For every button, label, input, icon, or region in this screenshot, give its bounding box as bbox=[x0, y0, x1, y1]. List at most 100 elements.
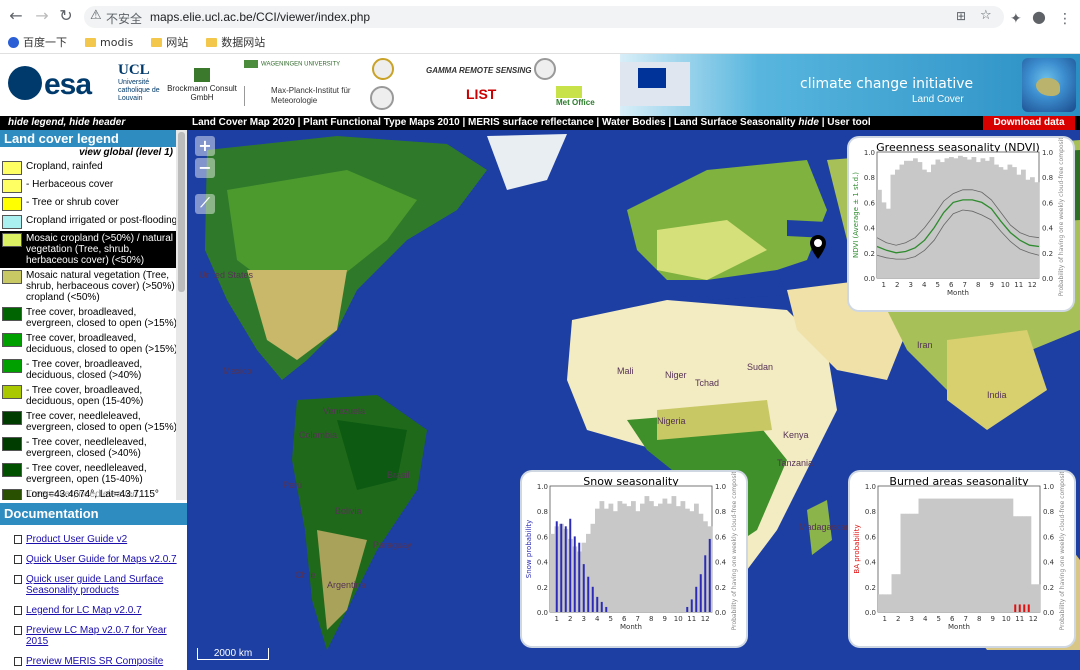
measure-tool-icon[interactable]: ⟋ bbox=[195, 194, 215, 214]
x-tick-label: 1 bbox=[555, 615, 559, 623]
translate-icon[interactable]: ⊞ bbox=[956, 9, 966, 23]
map-country-label: Brasil bbox=[387, 470, 410, 480]
legend-item[interactable]: - Tree cover, needleleaved, evergreen, o… bbox=[0, 461, 187, 487]
x-tick-label: 8 bbox=[976, 281, 980, 289]
x-tick-label: 1 bbox=[883, 615, 887, 623]
value-bar bbox=[555, 521, 558, 612]
forward-icon[interactable]: → bbox=[32, 5, 52, 27]
address-bar[interactable]: ⚠ 不安全 maps.elie.ucl.ac.be/CCI/viewer/ind… bbox=[84, 6, 1004, 28]
doc-link[interactable]: Quick user guide Land Surface Seasonalit… bbox=[0, 574, 187, 596]
y2-tick-label: 0.0 bbox=[1042, 275, 1053, 283]
y-tick-label: 0.6 bbox=[865, 533, 877, 541]
availability-bar bbox=[994, 164, 999, 278]
security-label: 不安全 bbox=[106, 12, 143, 26]
x-tick-label: 5 bbox=[609, 615, 613, 623]
legend-swatch bbox=[2, 179, 22, 193]
map-country-label: Perú bbox=[283, 480, 303, 490]
cci-title: climate change initiative bbox=[800, 76, 974, 92]
map-country-label: Tanzania bbox=[777, 458, 814, 468]
value-bar bbox=[564, 526, 567, 612]
x-tick-label: 10 bbox=[1001, 281, 1010, 289]
x-axis-label: Month bbox=[947, 289, 969, 297]
legend-item-label: Cropland, rainfed bbox=[26, 161, 103, 172]
menu-bar: hide legend, hide header Land Cover Map … bbox=[0, 116, 1080, 130]
user-tool-link[interactable]: | User tool bbox=[822, 117, 871, 128]
legend-item[interactable]: Tree cover, broadleaved, deciduous, clos… bbox=[0, 331, 187, 357]
legend-item[interactable]: - Tree cover, broadleaved, deciduous, op… bbox=[0, 383, 187, 409]
legend-item[interactable]: Cropland irrigated or post-flooding bbox=[0, 213, 187, 231]
availability-bar bbox=[962, 157, 968, 278]
x-tick-label: 3 bbox=[909, 281, 913, 289]
extensions-icon[interactable]: ✦ bbox=[1010, 11, 1022, 27]
value-bar bbox=[605, 606, 608, 612]
legend-item[interactable]: Mosaic natural vegetation (Tree, shrub, … bbox=[0, 268, 187, 305]
star-icon[interactable]: ☆ bbox=[980, 8, 992, 23]
baidu-icon bbox=[8, 36, 19, 48]
availability-bar bbox=[1008, 498, 1014, 612]
scrollbar-thumb[interactable] bbox=[178, 132, 185, 292]
legend-item[interactable]: - Tree cover, broadleaved, deciduous, cl… bbox=[0, 357, 187, 383]
doc-link[interactable]: Legend for LC Map v2.0.7 bbox=[0, 605, 187, 616]
doc-link[interactable]: Preview LC Map v2.0.7 for Year 2015 bbox=[0, 625, 187, 647]
hide-legend-header-link[interactable]: hide legend, hide header bbox=[8, 117, 125, 128]
x-tick-label: 2 bbox=[895, 281, 899, 289]
legend-item[interactable]: Cropland, rainfed bbox=[0, 159, 187, 177]
legend-item[interactable]: Tree cover, needleleaved, evergreen, clo… bbox=[0, 409, 187, 435]
x-axis-label: Month bbox=[948, 623, 970, 631]
legend-item[interactable]: - Herbaceous cover bbox=[0, 177, 187, 195]
availability-bar bbox=[981, 498, 987, 612]
value-bar bbox=[596, 596, 599, 612]
availability-bar bbox=[971, 157, 977, 278]
download-data-button[interactable]: Download data bbox=[983, 116, 1075, 130]
zoom-in-button[interactable]: + bbox=[195, 136, 215, 156]
bookmark-baidu[interactable]: 百度一下 bbox=[8, 34, 67, 50]
x-tick-label: 3 bbox=[910, 615, 914, 623]
x-tick-label: 2 bbox=[568, 615, 572, 623]
value-bar bbox=[704, 555, 707, 612]
profile-icon[interactable]: ● bbox=[1032, 7, 1046, 26]
availability-bar bbox=[980, 158, 986, 278]
availability-bar bbox=[1013, 516, 1018, 612]
hide-link[interactable]: hide bbox=[798, 117, 819, 128]
menu-icon[interactable]: ⋮ bbox=[1058, 11, 1072, 27]
bookmark-websites[interactable]: 网站 bbox=[151, 34, 188, 50]
bookmark-modis[interactable]: modis bbox=[85, 34, 133, 50]
legend-panel: Land cover legend view global (level 1) … bbox=[0, 130, 187, 500]
availability-bar bbox=[995, 498, 1000, 612]
legend-item[interactable]: - Tree cover, needleleaved, evergreen, c… bbox=[0, 435, 187, 461]
back-icon[interactable]: ← bbox=[6, 5, 26, 27]
legend-item[interactable]: Mosaic cropland (>50%) / natural vegetat… bbox=[0, 231, 187, 268]
availability-bar bbox=[986, 498, 991, 612]
availability-bar bbox=[953, 158, 959, 278]
zoom-out-button[interactable]: − bbox=[195, 158, 215, 178]
availability-bar bbox=[909, 513, 915, 612]
legend-item[interactable]: Tree cover, broadleaved, evergreen, clos… bbox=[0, 305, 187, 331]
y-tick-label: 0.4 bbox=[537, 559, 549, 567]
y2-tick-label: 1.0 bbox=[1042, 149, 1053, 157]
location-pin-icon[interactable] bbox=[809, 234, 827, 260]
bookmark-data-sites[interactable]: 数据网站 bbox=[206, 34, 265, 50]
doc-link[interactable]: Quick User Guide for Maps v2.0.7 bbox=[0, 554, 187, 565]
legend-swatch bbox=[2, 437, 22, 451]
eu-commission-logo bbox=[620, 62, 690, 106]
legend-view-link[interactable]: view global (level 1) bbox=[0, 147, 187, 159]
x-tick-label: 4 bbox=[922, 281, 927, 289]
ucl-logo: UCL Université catholique de Louvain bbox=[118, 62, 160, 102]
availability-bar bbox=[644, 496, 650, 612]
map-country-label: United States bbox=[199, 270, 254, 280]
doc-link[interactable]: Preview MERIS SR Composite bbox=[0, 656, 187, 667]
product-menu[interactable]: Land Cover Map 2020 | Plant Functional T… bbox=[192, 117, 871, 128]
y-tick-label: 0.8 bbox=[865, 508, 876, 516]
x-tick-label: 9 bbox=[990, 281, 994, 289]
x-tick-label: 11 bbox=[1015, 615, 1024, 623]
availability-bar bbox=[613, 511, 618, 612]
legend-item[interactable]: - Tree or shrub cover bbox=[0, 195, 187, 213]
y2-tick-label: 0.6 bbox=[1043, 533, 1055, 541]
map-country-label: Mexico bbox=[223, 366, 252, 376]
reload-icon[interactable]: ↻ bbox=[56, 5, 76, 27]
availability-bar bbox=[617, 501, 623, 612]
legend-scrollbar[interactable] bbox=[176, 130, 187, 500]
doc-link[interactable]: Product User Guide v2 bbox=[0, 534, 187, 545]
legend-swatch bbox=[2, 161, 22, 175]
warning-icon: ⚠ bbox=[90, 8, 102, 23]
